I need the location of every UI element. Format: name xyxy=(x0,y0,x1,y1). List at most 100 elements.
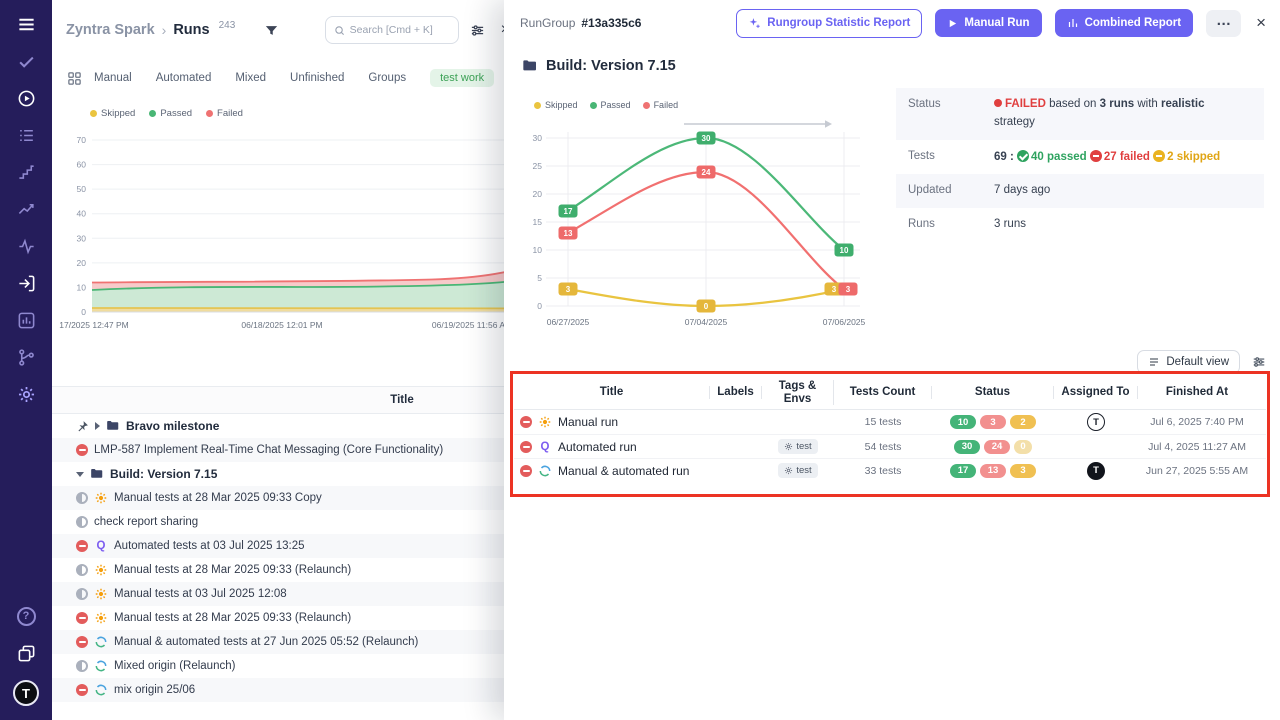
column-title[interactable]: Title xyxy=(514,386,710,399)
info-status-row: Status FAILED based on 3 runs with reali… xyxy=(896,88,1264,140)
filter-chip-test-work[interactable]: test work xyxy=(430,69,494,87)
info-runs-row: Runs 3 runs xyxy=(896,208,1264,242)
status-failed-icon xyxy=(76,684,88,696)
tab-manual[interactable]: Manual xyxy=(94,72,132,84)
manual-run-icon xyxy=(538,415,552,429)
drawer-close-icon[interactable]: × xyxy=(1256,13,1266,33)
svg-text:5: 5 xyxy=(537,273,542,283)
table-header: Title Labels Tags & Envs Tests Count Sta… xyxy=(514,376,1266,410)
play-icon xyxy=(947,18,958,29)
view-grid-icon[interactable] xyxy=(67,71,82,86)
tag-chip[interactable]: test xyxy=(778,439,817,454)
tab-mixed[interactable]: Mixed xyxy=(235,72,266,84)
failed-pill: 24 xyxy=(984,440,1010,454)
column-status[interactable]: Status xyxy=(932,386,1054,399)
filter-funnel-icon[interactable] xyxy=(258,17,284,43)
tests-count-cell: 15 tests xyxy=(834,416,932,428)
menu-icon[interactable] xyxy=(16,14,36,34)
more-actions-button[interactable]: … xyxy=(1206,10,1241,37)
sparkle-icon xyxy=(748,17,761,30)
assigned-cell: T xyxy=(1054,413,1138,431)
mixed-run-icon xyxy=(94,635,108,649)
trend-icon[interactable] xyxy=(16,199,36,219)
manual-run-icon xyxy=(94,563,108,577)
help-icon[interactable]: ? xyxy=(16,606,36,626)
svg-text:30: 30 xyxy=(533,133,543,143)
svg-text:0: 0 xyxy=(704,302,709,311)
display-settings-icon[interactable] xyxy=(466,18,490,42)
svg-text:06/18/2025 12:01 PM: 06/18/2025 12:01 PM xyxy=(241,320,322,330)
column-settings-icon[interactable] xyxy=(1252,355,1266,369)
rungroup-drawer: RunGroup #13a335c6 Rungroup Statistic Re… xyxy=(504,0,1280,720)
milestones-icon[interactable] xyxy=(16,162,36,182)
todo-check-icon[interactable] xyxy=(16,51,36,71)
caret-down-icon[interactable] xyxy=(76,472,84,477)
svg-text:13: 13 xyxy=(564,229,573,238)
settings-gear-icon[interactable] xyxy=(16,384,36,404)
reports-chart-icon[interactable] xyxy=(16,310,36,330)
tab-unfinished[interactable]: Unfinished xyxy=(290,72,344,84)
drawer-actions: Rungroup Statistic Report Manual Run Com… xyxy=(736,9,1266,38)
table-row-automated-run[interactable]: Q Automated run test 54 tests 30 24 0 xyxy=(514,434,1266,458)
caret-right-icon[interactable] xyxy=(95,422,100,430)
test-cases-icon[interactable] xyxy=(16,125,36,145)
run-title-link[interactable]: Manual & automated run xyxy=(558,464,689,478)
mixed-run-icon xyxy=(94,659,108,673)
table-row-manual-run[interactable]: Manual run 15 tests 10 3 2 T Jul 6, 2025… xyxy=(514,410,1266,434)
default-view-button[interactable]: Default view xyxy=(1137,350,1240,374)
passed-pill: 17 xyxy=(950,464,976,478)
skipped-pill: 0 xyxy=(1014,440,1032,454)
runs-play-icon[interactable] xyxy=(16,88,36,108)
column-tags-envs[interactable]: Tags & Envs xyxy=(762,380,834,405)
tests-count-cell: 33 tests xyxy=(834,465,932,477)
manual-run-icon xyxy=(94,491,108,505)
passed-dot-icon xyxy=(149,110,156,117)
activity-pulse-icon[interactable] xyxy=(16,236,36,256)
svg-text:24: 24 xyxy=(702,168,711,177)
rungroup-title: Build: Version 7.15 xyxy=(522,58,676,74)
breadcrumb-brand[interactable]: Zyntra Spark xyxy=(66,22,155,38)
workflow-branch-icon[interactable] xyxy=(16,347,36,367)
rungroup-statistic-report-button[interactable]: Rungroup Statistic Report xyxy=(736,9,922,38)
legend-failed: Failed xyxy=(206,108,243,119)
status-unfinished-icon xyxy=(76,588,88,600)
mixed-run-icon xyxy=(94,683,108,697)
svg-text:40: 40 xyxy=(77,209,87,219)
combined-report-button[interactable]: Combined Report xyxy=(1055,9,1193,37)
tab-automated[interactable]: Automated xyxy=(156,72,212,84)
legend-passed: Passed xyxy=(149,108,192,119)
pin-icon[interactable] xyxy=(76,420,89,433)
status-failed-icon xyxy=(76,540,88,552)
svg-text:06/19/2025 11:56 AM: 06/19/2025 11:56 AM xyxy=(432,320,512,330)
svg-text:20: 20 xyxy=(533,189,543,199)
search-input[interactable] xyxy=(350,24,450,36)
column-labels[interactable]: Labels xyxy=(710,386,762,399)
svg-text:0: 0 xyxy=(81,307,86,317)
run-title-link[interactable]: Manual run xyxy=(558,415,618,429)
tag-chip[interactable]: test xyxy=(778,463,817,478)
tags-cell: test xyxy=(762,463,834,478)
passed-pill: 30 xyxy=(954,440,980,454)
search-icon xyxy=(334,25,345,36)
column-tests-count[interactable]: Tests Count xyxy=(834,386,932,399)
manual-run-icon xyxy=(94,611,108,625)
legend-skipped: Skipped xyxy=(90,108,135,119)
finished-at-cell: Jul 4, 2025 11:27 AM xyxy=(1138,441,1256,453)
status-unfinished-icon xyxy=(76,660,88,672)
column-assigned-to[interactable]: Assigned To xyxy=(1054,386,1138,399)
tab-groups[interactable]: Groups xyxy=(368,72,406,84)
assignee-avatar[interactable]: T xyxy=(1087,462,1105,480)
table-row-manual-automated-run[interactable]: Manual & automated run test 33 tests 17 … xyxy=(514,458,1266,482)
automated-run-icon: Q xyxy=(94,539,108,553)
projects-icon[interactable] xyxy=(16,643,36,663)
status-failed-icon xyxy=(76,612,88,624)
import-export-icon[interactable] xyxy=(16,273,36,293)
table-view-controls: Default view xyxy=(1137,350,1266,374)
user-avatar[interactable]: T xyxy=(13,680,39,706)
manual-run-button[interactable]: Manual Run xyxy=(935,9,1041,37)
svg-text:06/27/2025: 06/27/2025 xyxy=(547,317,590,327)
run-title-link[interactable]: Automated run xyxy=(558,440,637,454)
column-finished-at[interactable]: Finished At xyxy=(1138,386,1256,399)
runs-count-badge: 243 xyxy=(219,20,236,31)
assignee-avatar[interactable]: T xyxy=(1087,413,1105,431)
